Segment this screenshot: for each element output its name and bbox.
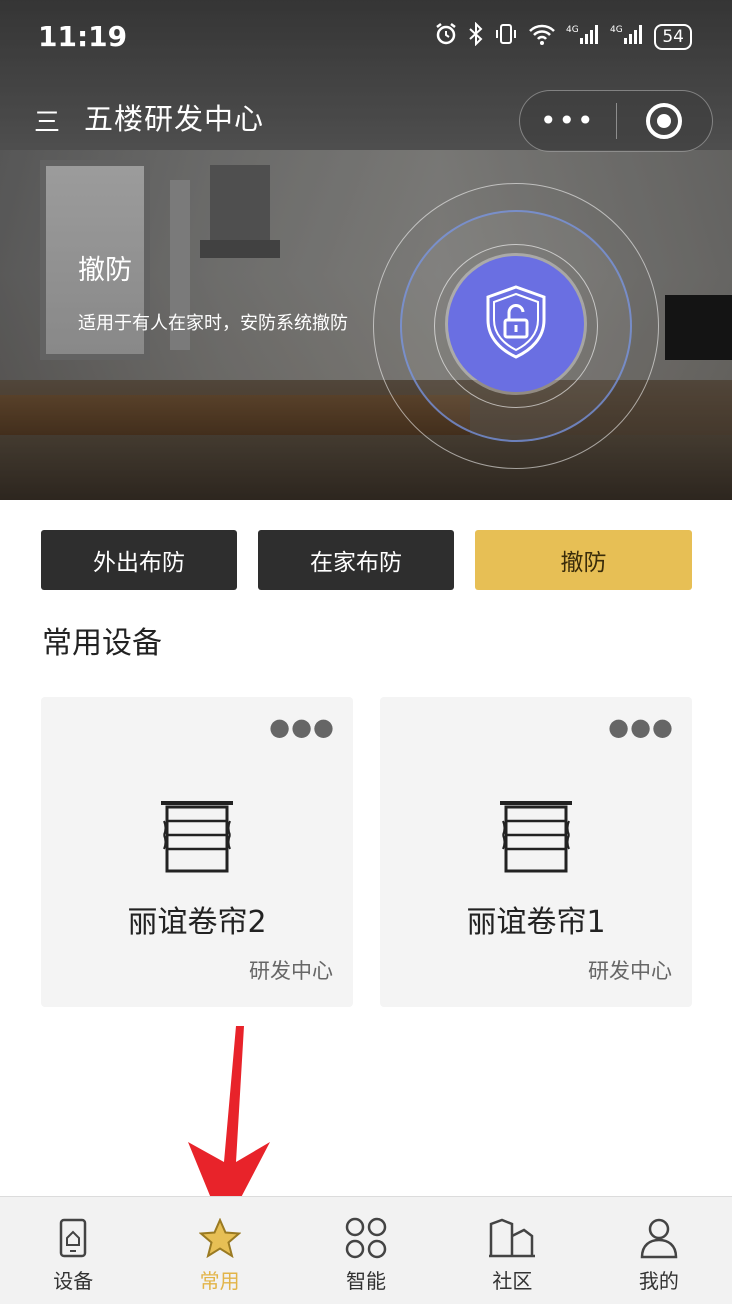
device-card[interactable]: ●●● 丽谊卷帘2 研发中心 — [41, 697, 353, 1007]
more-icon[interactable]: ●●● — [608, 715, 674, 739]
security-shield-button[interactable] — [448, 256, 584, 392]
security-mode-description: 适用于有人在家时，安防系统撤防 — [78, 313, 348, 334]
mini-program-capsule: ••• — [519, 90, 713, 152]
svg-text:4G: 4G — [610, 25, 623, 35]
target-icon — [646, 103, 683, 139]
tab-smart[interactable]: 智能 — [293, 1197, 439, 1304]
cellular-signal-icon: 4G — [610, 22, 644, 51]
tab-favorites[interactable]: 常用 — [146, 1197, 292, 1304]
device-name: 丽谊卷帘2 — [127, 905, 267, 940]
battery-indicator: 54 — [654, 23, 692, 50]
vibrate-icon — [494, 22, 518, 51]
status-bar: 11:19 4G 4G 54 — [0, 0, 732, 74]
tab-label: 设备 — [53, 1269, 94, 1293]
home-arm-button[interactable]: 在家布防 — [258, 530, 454, 590]
profile-icon — [639, 1217, 679, 1259]
tab-label: 常用 — [199, 1269, 240, 1293]
smart-icon — [345, 1217, 387, 1259]
disarm-button[interactable]: 撤防 — [475, 530, 692, 590]
unlocked-shield-icon — [483, 284, 549, 364]
section-title: 常用设备 — [42, 626, 162, 661]
tab-label: 社区 — [492, 1269, 533, 1293]
status-time: 11:19 — [38, 20, 128, 53]
close-mini-program-button[interactable] — [617, 103, 713, 139]
device-room: 研发中心 — [588, 959, 672, 983]
device-room: 研发中心 — [249, 959, 333, 983]
page-title: 五楼研发中心 — [84, 102, 265, 136]
more-icon[interactable]: ●●● — [269, 715, 335, 739]
security-mode-title: 撤防 — [78, 255, 132, 286]
status-icons: 4G 4G 54 — [434, 21, 692, 51]
tab-label: 我的 — [638, 1269, 679, 1293]
more-options-icon[interactable]: ••• — [520, 107, 616, 135]
tab-label: 智能 — [346, 1269, 387, 1293]
roller-blind-icon — [155, 797, 239, 881]
roller-blind-icon — [494, 797, 578, 881]
menu-icon[interactable]: 三 — [34, 102, 60, 139]
alarm-icon — [434, 22, 458, 51]
title-bar: 三 五楼研发中心 ••• — [0, 86, 732, 152]
community-icon — [488, 1217, 536, 1259]
away-arm-button[interactable]: 外出布防 — [41, 530, 237, 590]
star-icon — [198, 1217, 241, 1259]
tab-community[interactable]: 社区 — [439, 1197, 585, 1304]
device-name: 丽谊卷帘1 — [466, 905, 606, 940]
device-icon — [58, 1217, 88, 1259]
wifi-icon — [528, 22, 556, 51]
tab-devices[interactable]: 设备 — [0, 1197, 146, 1304]
svg-text:4G: 4G — [566, 25, 579, 35]
device-card[interactable]: ●●● 丽谊卷帘1 研发中心 — [380, 697, 692, 1007]
bottom-tab-bar: 设备 常用 智能 社区 我的 — [0, 1196, 732, 1304]
cellular-signal-icon: 4G — [566, 22, 600, 51]
bluetooth-icon — [468, 21, 484, 51]
tab-profile[interactable]: 我的 — [586, 1197, 732, 1304]
